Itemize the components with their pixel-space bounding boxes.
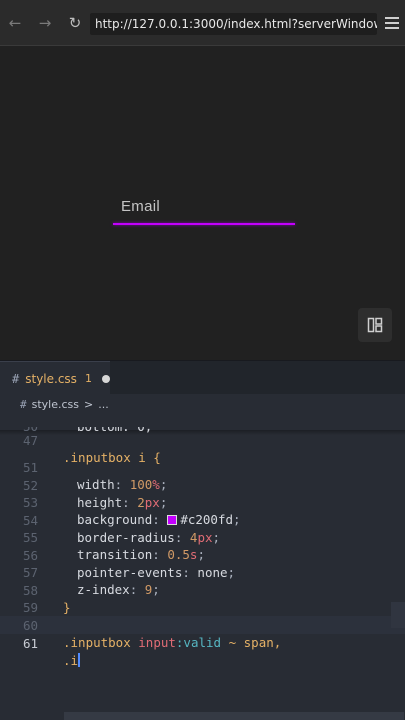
- code-line: 53 background: #c200fd;: [0, 476, 405, 528]
- code-line: 59: [0, 581, 405, 615]
- editor-tab-bar: # style.css 1: [0, 360, 405, 395]
- code-line: 51 width: 100%;: [0, 441, 405, 493]
- unsaved-dot-icon[interactable]: [101, 374, 110, 383]
- back-arrow-icon[interactable]: ←: [0, 0, 30, 46]
- reload-icon[interactable]: ↻: [60, 0, 90, 46]
- code-line: 57 z-index: 9;: [0, 546, 405, 598]
- code-line: 55 transition: 0.5s;: [0, 511, 405, 563]
- code-line: 50 bottom: 0;: [0, 427, 405, 435]
- code-area[interactable]: 47 .inputbox i { 50 bottom: 0; 51 width:…: [0, 414, 405, 720]
- browser-toolbar: ← → ↻ http://127.0.0.1:3000/index.html?s…: [0, 0, 405, 46]
- css-file-icon: #: [12, 371, 20, 386]
- code-line: 61 .i: [0, 617, 405, 668]
- code-line: 56 pointer-events: none;: [0, 529, 405, 581]
- code-text: bottom: 0;: [77, 427, 152, 435]
- code-editor: # style.css 1 # style.css > ... 47 .inpu…: [0, 360, 405, 720]
- line-number: 50: [0, 427, 38, 435]
- line-number: 61: [22, 635, 38, 651]
- breadcrumb: # style.css > ...: [0, 394, 405, 414]
- breadcrumb-file[interactable]: style.css: [32, 398, 79, 411]
- css-file-icon: #: [20, 397, 27, 411]
- url-text: http://127.0.0.1:3000/index.html?serverW…: [95, 17, 377, 31]
- address-bar[interactable]: http://127.0.0.1:3000/index.html?serverW…: [90, 13, 377, 35]
- css-pseudo: :valid: [175, 635, 222, 651]
- css-selector: input: [138, 635, 176, 651]
- code-line: 54 border-radius: 4px;: [0, 494, 405, 546]
- forward-arrow-icon[interactable]: →: [30, 0, 60, 46]
- chevron-right-icon: >: [84, 397, 94, 411]
- code-line: 60 .inputbox input:valid ~ span,: [0, 599, 405, 651]
- code-line: 52 height: 2px;: [0, 459, 405, 511]
- split-view-icon[interactable]: [358, 308, 392, 342]
- tab-style-css[interactable]: # style.css 1: [0, 361, 110, 395]
- hamburger-menu-icon[interactable]: [385, 14, 399, 32]
- email-input-underline[interactable]: [113, 223, 295, 225]
- css-selector: ~ span,: [221, 635, 282, 651]
- text-cursor: [78, 653, 81, 668]
- code-line: 58 }: [0, 564, 405, 616]
- email-label: Email: [121, 198, 161, 215]
- breadcrumb-more[interactable]: ...: [98, 398, 109, 411]
- problem-count: 1: [84, 372, 92, 385]
- css-selector: .inputbox: [63, 635, 131, 651]
- horizontal-scrollbar[interactable]: [64, 712, 404, 720]
- code-text: .i: [63, 653, 79, 669]
- tab-label: style.css: [25, 371, 77, 386]
- minimap-slider[interactable]: [391, 602, 405, 628]
- preview-pane: Email: [0, 46, 405, 360]
